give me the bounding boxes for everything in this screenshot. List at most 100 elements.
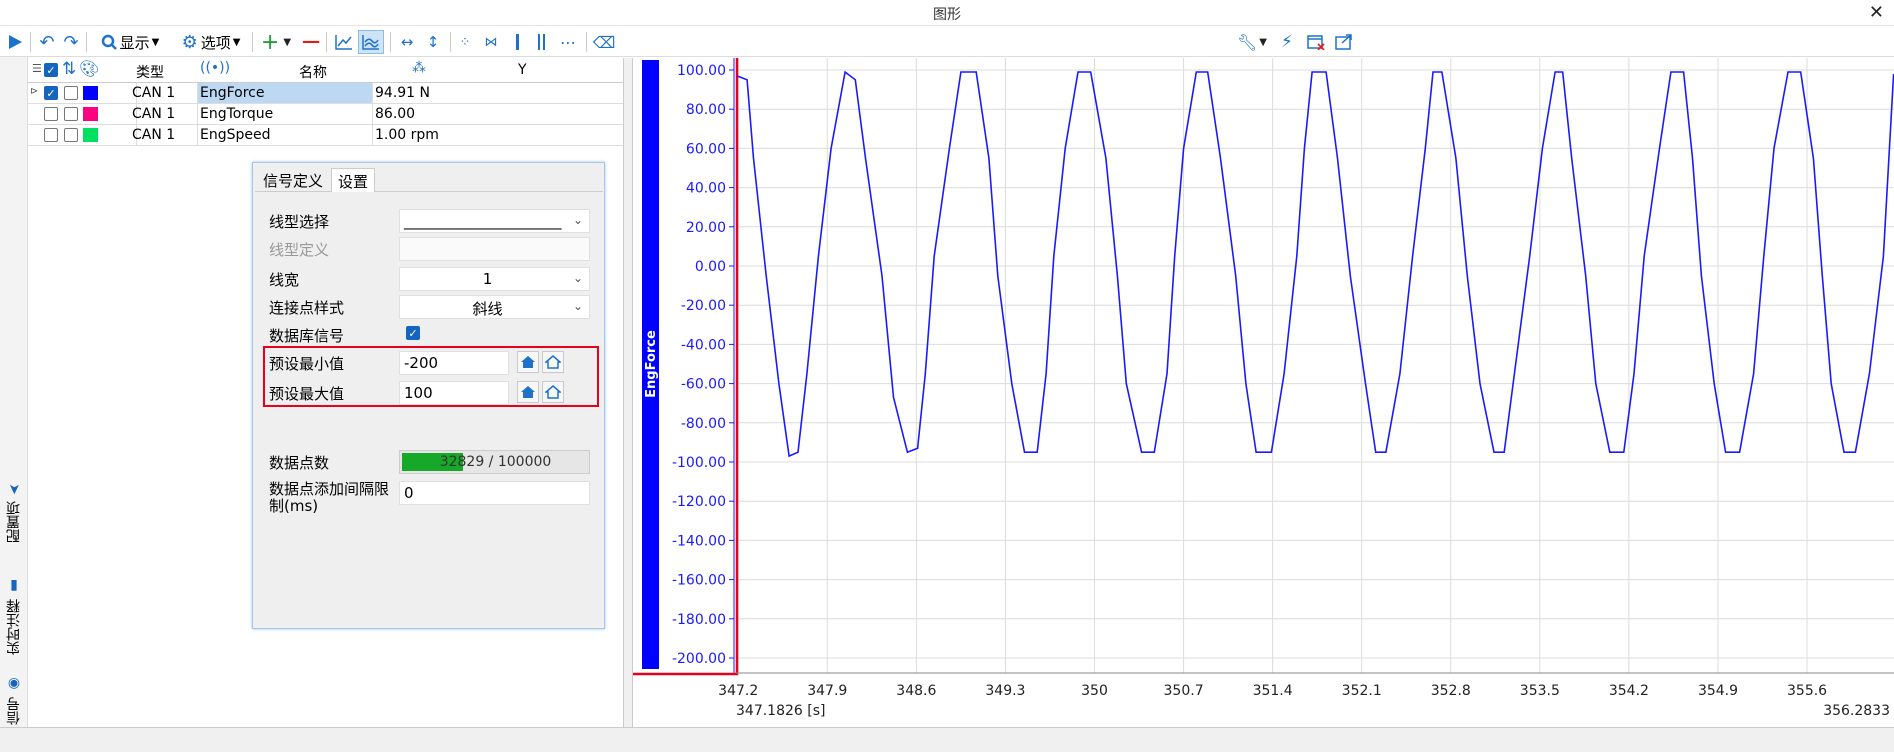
cursor-cross-icon[interactable]: ⁘	[454, 30, 476, 54]
row-menu-icon[interactable]: ☰	[32, 62, 42, 75]
row-visible-checkbox[interactable]	[44, 107, 58, 121]
sort-icon[interactable]: ⇅	[62, 59, 76, 79]
more-icon[interactable]: ⋯	[556, 30, 580, 54]
tab-signal-definition[interactable]: 信号定义	[257, 168, 329, 192]
cursor-double-icon[interactable]	[530, 30, 552, 54]
y-tick-label: -40.00	[681, 337, 726, 353]
line-chart-icon[interactable]	[332, 30, 356, 54]
lightning-icon[interactable]: ⚡︎	[1276, 30, 1298, 54]
add-signal-button[interactable]: + ▼	[256, 30, 296, 55]
fit-x-icon[interactable]: ↔	[396, 30, 418, 54]
tab-settings[interactable]: 设置	[331, 168, 376, 192]
fit-y-icon[interactable]: ↕	[422, 30, 444, 54]
db-signal-label: 数据库信号	[269, 327, 345, 345]
row-visible-checkbox[interactable]: ✓	[44, 86, 58, 100]
y-tick-label: -120.00	[672, 494, 726, 510]
signal-icon: ◉	[6, 675, 22, 691]
line-type-label: 线型选择	[269, 213, 330, 231]
interval-input[interactable]: 0	[399, 481, 590, 505]
row-lock-checkbox[interactable]	[64, 107, 78, 121]
play-icon[interactable]	[4, 30, 26, 54]
y-tick-label: -100.00	[672, 455, 726, 471]
y-tick-label: 60.00	[686, 141, 726, 157]
points-progress-bar: 32829 / 100000	[399, 450, 590, 474]
undo-icon[interactable]: ↶	[36, 30, 58, 54]
options-menu-button[interactable]: ⚙ 选项 ▼	[174, 30, 248, 54]
join-style-value: 斜线	[472, 300, 503, 318]
pane-splitter[interactable]	[623, 58, 633, 727]
y-tick-label: -180.00	[672, 612, 726, 628]
y-tick-label: -20.00	[681, 298, 726, 314]
x-end-label: 356.2833	[1823, 703, 1890, 719]
x-tick-label: 351.4	[1253, 683, 1293, 699]
row-color-swatch[interactable]	[83, 107, 98, 121]
row-color-swatch[interactable]	[83, 86, 98, 100]
interval-label: 数据点添加间隔限 制(ms)	[269, 481, 389, 515]
row-name: EngForce	[200, 85, 265, 101]
header-type[interactable]: 类型	[136, 62, 164, 82]
row-lock-checkbox[interactable]	[64, 86, 78, 100]
row-visible-checkbox[interactable]	[44, 128, 58, 142]
cursor-diff-icon[interactable]: ⋈	[480, 30, 502, 54]
panel-tabs: 信号定义 设置	[255, 165, 603, 192]
y-tick-label: -80.00	[681, 416, 726, 432]
signal-grid: ☰ ✓ ⇅ 🎨︎ 类型 ((•)) 名称 ⁂ Y ⊳ ✓ CAN 1 EngForce…	[28, 58, 623, 150]
wrench-icon[interactable]: 🔧︎ ▼	[1234, 30, 1270, 54]
title-bar: 图形 ✕	[0, 0, 1894, 26]
scatter-icon: ⁂	[412, 60, 426, 76]
row-value: 86.00	[375, 106, 416, 122]
y-tick-label: -200.00	[672, 651, 726, 667]
y-tick-label: -160.00	[672, 573, 726, 589]
note-icon: ▮	[6, 577, 22, 593]
header-y[interactable]: Y	[518, 62, 527, 78]
row-color-swatch[interactable]	[83, 128, 98, 142]
status-bar	[0, 727, 1894, 752]
row-name: EngTorque	[200, 106, 274, 122]
row-value: 94.91 N	[375, 85, 431, 101]
line-width-label: 线宽	[269, 271, 300, 289]
y-tick-label: 80.00	[686, 102, 726, 118]
multi-axis-icon[interactable]	[358, 30, 384, 54]
remove-signal-button[interactable]: −	[300, 27, 322, 57]
chevron-down-icon: ⌄	[572, 299, 583, 313]
tab-realtime-notes[interactable]: 实时注释 ▮	[4, 555, 24, 655]
table-row[interactable]: CAN 1 EngTorque 86.00	[28, 104, 623, 125]
export-icon[interactable]	[1332, 30, 1356, 54]
db-signal-checkbox[interactable]: ✓	[406, 326, 420, 340]
x-tick-label: 348.6	[896, 683, 936, 699]
display-menu-button[interactable]: 显示 ▼	[90, 30, 170, 54]
x-start-label: 347.1826 [s]	[736, 703, 825, 719]
points-progress-text: 32829 / 100000	[439, 454, 552, 470]
chevron-down-icon: ⌄	[572, 213, 583, 227]
x-tick-label: 349.3	[985, 683, 1025, 699]
chart-area[interactable]: EngForce 100.00 80.00 60.00 40.00 20.00 0.00 -2…	[633, 58, 1894, 727]
close-icon[interactable]: ✕	[1869, 2, 1884, 23]
table-row[interactable]: CAN 1 EngSpeed 1.00 rpm	[28, 125, 623, 146]
table-row[interactable]: ⊳ ✓ CAN 1 EngForce 94.91 N	[28, 83, 623, 104]
cursor-single-icon[interactable]	[506, 30, 528, 54]
chevron-down-icon: ⌄	[572, 271, 583, 285]
x-tick-label: 353.5	[1520, 683, 1560, 699]
header-name[interactable]: 名称	[299, 62, 327, 82]
x-tick-label: 347.2	[718, 683, 758, 699]
select-all-checkbox[interactable]: ✓	[44, 63, 58, 77]
y-tick-label: 20.00	[686, 220, 726, 236]
row-lock-checkbox[interactable]	[64, 128, 78, 142]
palette-icon[interactable]: 🎨︎	[79, 59, 99, 78]
tab-config[interactable]: 配置项 ➤	[4, 465, 24, 543]
clear-window-icon[interactable]	[1304, 30, 1328, 54]
eraser-icon[interactable]: ⌫	[592, 30, 616, 54]
x-tick-label: 354.2	[1609, 683, 1649, 699]
redo-icon[interactable]: ↷	[60, 30, 82, 54]
tab-realtime-label: 实时注释	[6, 599, 22, 655]
pin-icon: ➤	[6, 483, 22, 495]
x-tick-label: 350.7	[1164, 683, 1204, 699]
x-tick-label: 350	[1081, 683, 1108, 699]
y-tick-label: -60.00	[681, 377, 726, 393]
settings-panel: 信号定义 设置 线型选择 _____________________ ⌄ 线型定义…	[252, 162, 605, 629]
join-style-select[interactable]: 斜线 ⌄	[399, 295, 590, 319]
line-width-select[interactable]: 1 ⌄	[399, 267, 590, 291]
row-value: 1.00 rpm	[375, 127, 439, 143]
tab-signal[interactable]: 信号 ◉	[4, 665, 24, 725]
line-type-select[interactable]: _____________________ ⌄	[399, 209, 590, 233]
